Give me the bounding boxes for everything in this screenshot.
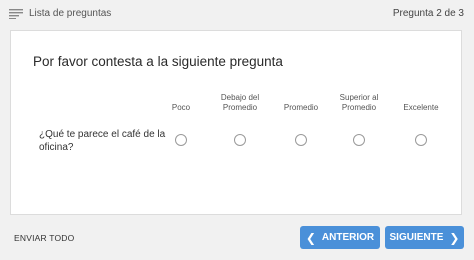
question-list-toggle[interactable]: Lista de preguntas — [9, 8, 111, 19]
radio-debajo-del-promedio[interactable] — [234, 134, 246, 146]
column-header-excelente: Excelente — [403, 103, 439, 112]
radio-excelente[interactable] — [415, 134, 427, 146]
question-list-label: Lista de preguntas — [29, 8, 112, 19]
column-header-promedio: Promedio — [283, 103, 319, 112]
page-counter: Pregunta 2 de 3 — [392, 8, 464, 19]
question-heading: Por favor contesta a la siguiente pregun… — [33, 54, 283, 69]
radio-promedio[interactable] — [295, 134, 307, 146]
column-header-poco: Poco — [171, 103, 191, 112]
question-card: Por favor contesta a la siguiente pregun… — [10, 30, 462, 215]
previous-button-label: ANTERIOR — [321, 232, 375, 243]
column-header-debajo-del-promedio: Debajo del Promedio — [220, 93, 260, 112]
list-icon — [9, 8, 23, 19]
chevron-left-icon: ❮ — [305, 230, 316, 245]
radio-poco[interactable] — [175, 134, 187, 146]
chevron-right-icon: ❯ — [449, 230, 460, 245]
radio-superior-al-promedio[interactable] — [353, 134, 365, 146]
column-header-superior-al-promedio: Superior al Promedio — [339, 93, 379, 112]
previous-button[interactable]: ❮ ANTERIOR — [300, 226, 380, 249]
question-row-label: ¿Qué te parece el café de la oficina? — [39, 129, 166, 153]
next-button-label: SIGUIENTE — [389, 232, 444, 243]
next-button[interactable]: SIGUIENTE ❯ — [385, 226, 464, 249]
top-bar: Lista de preguntas Pregunta 2 de 3 — [0, 0, 474, 28]
submit-all-button[interactable]: ENVIAR TODO — [14, 233, 74, 243]
